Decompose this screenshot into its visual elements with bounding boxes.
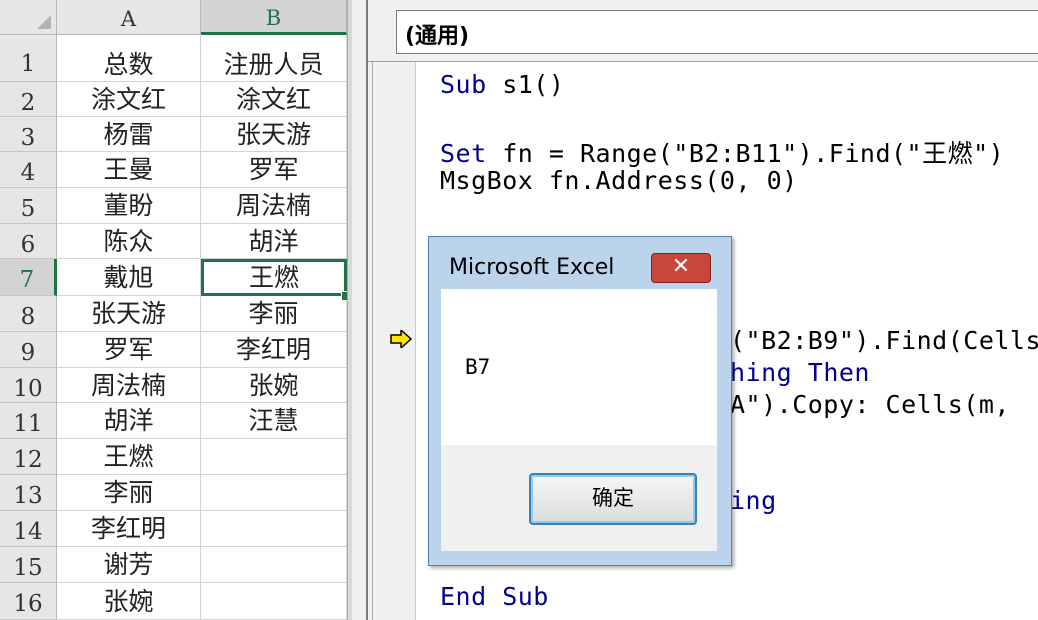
cell-b[interactable] bbox=[201, 439, 347, 475]
code-line-copy[interactable]: A").Copy: Cells(m, bbox=[730, 390, 1025, 419]
cell-a[interactable]: 李丽 bbox=[57, 475, 201, 511]
cell-a[interactable]: 李红明 bbox=[57, 511, 201, 547]
row-header[interactable]: 10 bbox=[0, 368, 57, 403]
keyword-set: Set bbox=[440, 139, 487, 168]
cell-b[interactable] bbox=[201, 547, 347, 583]
keyword-sub: Sub bbox=[440, 70, 487, 99]
cell-b[interactable]: 注册人员 bbox=[201, 35, 347, 82]
window-gap bbox=[352, 0, 366, 620]
cell-b[interactable] bbox=[201, 475, 347, 511]
cell-a[interactable]: 罗军 bbox=[57, 332, 201, 368]
cell-a[interactable]: 王曼 bbox=[57, 152, 201, 188]
code-line-sub[interactable]: Sub s1() bbox=[440, 70, 564, 99]
cell-b[interactable] bbox=[201, 583, 347, 620]
cell-a[interactable]: 胡洋 bbox=[57, 403, 201, 439]
cell-b[interactable]: 胡洋 bbox=[201, 224, 347, 259]
row-header[interactable]: 3 bbox=[0, 117, 57, 152]
cell-a[interactable]: 陈众 bbox=[57, 224, 201, 259]
row-header[interactable]: 1 bbox=[0, 35, 57, 82]
row-header[interactable]: 4 bbox=[0, 152, 57, 188]
cell-b[interactable]: 张天游 bbox=[201, 117, 347, 152]
code-text: fn = Range("B2:B11").Find("王燃") bbox=[486, 139, 1005, 168]
msgbox-dialog: Microsoft Excel ✕ B7 确定 bbox=[428, 236, 732, 566]
row-header[interactable]: 6 bbox=[0, 224, 57, 259]
dialog-body: B7 确定 bbox=[441, 289, 717, 551]
cell-a[interactable]: 周法楠 bbox=[57, 368, 201, 403]
cell-a[interactable]: 张婉 bbox=[57, 583, 201, 620]
keyword-then: Then bbox=[807, 358, 870, 387]
code-line-msgbox[interactable]: MsgBox fn.Address(0, 0) bbox=[440, 166, 798, 195]
cell-b[interactable]: 周法楠 bbox=[201, 188, 347, 224]
row-header[interactable]: 12 bbox=[0, 439, 57, 475]
cell-b[interactable]: 罗军 bbox=[201, 152, 347, 188]
spreadsheet: A B 1 总数 注册人员 2 涂文红 涂文红 3 杨雷 张天游 4 王曼 罗军 5 董盼 周法楠 6 陈众 胡洋… bbox=[0, 0, 352, 620]
cell-b[interactable] bbox=[201, 511, 347, 547]
dialog-title: Microsoft Excel bbox=[449, 255, 615, 280]
active-cell[interactable]: 王燃 bbox=[201, 259, 347, 296]
row-header[interactable]: 5 bbox=[0, 188, 57, 224]
row-header[interactable]: 15 bbox=[0, 547, 57, 583]
dialog-message-area: B7 bbox=[441, 289, 717, 445]
code-line-then[interactable]: hing Then bbox=[730, 358, 870, 387]
cell-a[interactable]: 谢芳 bbox=[57, 547, 201, 583]
object-dropdown-value: (通用) bbox=[405, 24, 470, 49]
row-header[interactable]: 8 bbox=[0, 296, 57, 332]
cell-b[interactable]: 汪慧 bbox=[201, 403, 347, 439]
cell-a[interactable]: 董盼 bbox=[57, 188, 201, 224]
cell-b[interactable]: 李丽 bbox=[201, 296, 347, 332]
code-line-end-sub[interactable]: End Sub bbox=[440, 582, 549, 611]
code-text: s1() bbox=[486, 70, 565, 99]
procedure-bar: (通用) bbox=[368, 0, 1038, 62]
dialog-message: B7 bbox=[465, 355, 491, 379]
code-line-find[interactable]: ("B2:B9").Find(Cells bbox=[730, 326, 1038, 355]
cell-b[interactable]: 涂文红 bbox=[201, 82, 347, 117]
column-header-a[interactable]: A bbox=[57, 0, 201, 35]
row-header[interactable]: 13 bbox=[0, 475, 57, 511]
cell-a[interactable]: 戴旭 bbox=[57, 259, 201, 296]
row-header[interactable]: 7 bbox=[0, 259, 57, 296]
select-all-corner[interactable] bbox=[0, 0, 57, 35]
object-dropdown[interactable]: (通用) bbox=[396, 10, 1038, 54]
execution-arrow-icon bbox=[390, 330, 412, 348]
row-header[interactable]: 2 bbox=[0, 82, 57, 117]
code-line-partial[interactable]: ing bbox=[730, 486, 777, 515]
row-header[interactable]: 9 bbox=[0, 332, 57, 368]
row-header[interactable]: 11 bbox=[0, 403, 57, 439]
cell-a[interactable]: 涂文红 bbox=[57, 82, 201, 117]
cell-b[interactable]: 张婉 bbox=[201, 368, 347, 403]
row-header[interactable]: 16 bbox=[0, 583, 57, 620]
ok-button[interactable]: 确定 bbox=[529, 473, 697, 525]
cell-a[interactable]: 王燃 bbox=[57, 439, 201, 475]
close-icon[interactable]: ✕ bbox=[651, 253, 711, 283]
code-text: hing bbox=[730, 358, 808, 387]
column-header-b[interactable]: B bbox=[201, 0, 347, 35]
cell-a[interactable]: 总数 bbox=[57, 35, 201, 82]
cell-a[interactable]: 杨雷 bbox=[57, 117, 201, 152]
code-margin-bar[interactable] bbox=[368, 62, 416, 620]
cell-a[interactable]: 张天游 bbox=[57, 296, 201, 332]
row-header[interactable]: 14 bbox=[0, 511, 57, 547]
cell-b[interactable]: 李红明 bbox=[201, 332, 347, 368]
code-line-set[interactable]: Set fn = Range("B2:B11").Find("王燃") bbox=[440, 134, 1004, 170]
